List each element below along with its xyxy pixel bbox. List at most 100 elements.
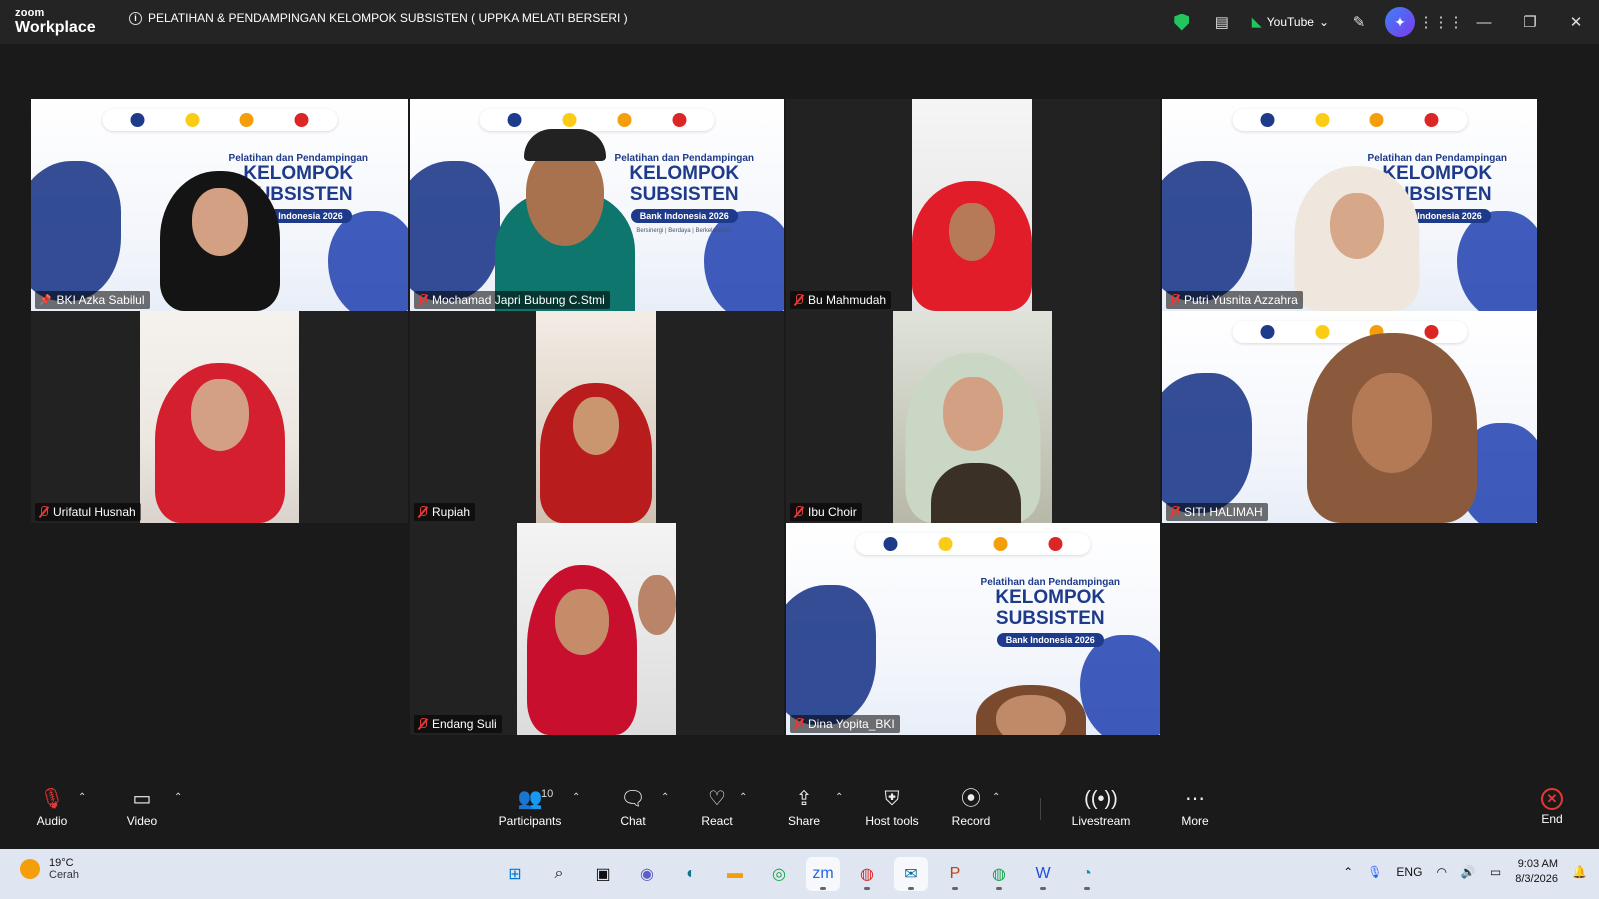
chrome-profile-icon[interactable]: ◍ — [982, 857, 1016, 891]
video-tile-bki-azka[interactable]: Pelatihan dan Pendampingan KELOMPOK SUBS… — [31, 99, 408, 311]
zoom-workplace-logo: zoom Workplace — [15, 8, 96, 36]
windows-start-icon[interactable]: ⊞ — [498, 857, 532, 891]
weather-widget[interactable]: 19°C Cerah — [20, 857, 79, 881]
sponsor-logos — [102, 109, 337, 131]
participant-name-tag: Rupiah — [414, 503, 476, 521]
video-tile-dina-yopita[interactable]: Pelatihan dan Pendampingan KELOMPOK SUBS… — [786, 523, 1160, 735]
video-tile-bu-mahmudah[interactable]: Bu Mahmudah — [786, 99, 1160, 311]
microphone-icon[interactable]: 🎙 — [1367, 865, 1382, 879]
broadcast-icon: ◣ — [1251, 14, 1262, 29]
video-options-caret[interactable]: ⌃ — [174, 792, 182, 803]
task-view-icon[interactable]: ▣ — [586, 857, 620, 891]
youtube-livestream-dropdown[interactable]: ◣ YouTube ⌄ — [1252, 14, 1329, 30]
video-tile-urifatul-husnah[interactable]: Urifatul Husnah — [31, 311, 408, 523]
participant-name-tag: Endang Suli — [414, 715, 502, 733]
share-button[interactable]: ⇪ Share — [786, 778, 822, 836]
edge-browser-icon[interactable]: ◔ — [1070, 857, 1104, 891]
chat-button[interactable]: 🗨 Chat — [616, 778, 650, 836]
clock-date: 8/3/2026 — [1515, 873, 1559, 886]
mic-muted-icon — [794, 506, 803, 518]
livestream-button[interactable]: ((•)) Livestream — [1070, 778, 1132, 836]
host-tools-button[interactable]: ⛨ Host tools — [860, 778, 924, 836]
video-button[interactable]: ▭ Video — [124, 778, 160, 836]
sun-icon — [20, 859, 40, 879]
brand-small: zoom — [15, 7, 45, 19]
audio-button[interactable]: 🎙 Audio — [34, 778, 70, 836]
mic-muted-icon — [418, 294, 427, 306]
record-options-caret[interactable]: ⌃ — [992, 792, 1000, 803]
react-button[interactable]: ♡ React — [698, 778, 736, 836]
react-options-caret[interactable]: ⌃ — [739, 792, 747, 803]
encryption-shield-icon[interactable] — [1162, 0, 1202, 44]
participant-name-tag: Ibu Choir — [790, 503, 862, 521]
language-indicator[interactable]: ENG — [1396, 865, 1422, 879]
ai-companion-icon[interactable]: ✦ — [1385, 7, 1415, 37]
video-tile-mochamad-japri[interactable]: Pelatihan dan Pendampingan KELOMPOK SUBS… — [410, 99, 784, 311]
close-button[interactable]: ✕ — [1553, 0, 1599, 44]
info-icon[interactable]: i — [129, 11, 142, 25]
mic-muted-icon — [794, 294, 803, 306]
mic-muted-icon — [794, 718, 803, 730]
mic-muted-icon — [418, 506, 427, 518]
video-gallery: Pelatihan dan Pendampingan KELOMPOK SUBS… — [0, 44, 1599, 792]
participant-name-tag: Mochamad Japri Bubung C.Stmi — [414, 291, 610, 309]
brand-big: Workplace — [15, 19, 96, 36]
more-dots-icon: ⋯ — [1185, 788, 1205, 810]
video-tile-ibu-choir[interactable]: Ibu Choir — [786, 311, 1160, 523]
outlook-app-icon[interactable]: ✉ — [894, 857, 928, 891]
participant-name-tag: Bu Mahmudah — [790, 291, 892, 309]
titlebar-right: ▤ ◣ YouTube ⌄ ✎ ✦ ⋮⋮⋮ — ❐ ✕ — [1162, 0, 1599, 44]
end-meeting-button[interactable]: ✕ End — [1536, 778, 1568, 836]
virtual-background: Pelatihan dan Pendampingan KELOMPOK SUBS… — [786, 523, 1160, 735]
search-icon[interactable]: ⌕ — [542, 857, 576, 891]
file-explorer-icon[interactable]: ▬ — [718, 857, 752, 891]
share-screen-icon: ⇪ — [795, 788, 813, 810]
participants-button[interactable]: 👥 Participants — [494, 778, 566, 836]
word-app-icon[interactable]: W — [1026, 857, 1060, 891]
end-x-icon: ✕ — [1541, 788, 1563, 810]
notes-icon[interactable]: ▤ — [1202, 0, 1242, 44]
more-button[interactable]: ⋯ More — [1178, 778, 1212, 836]
chevron-down-icon: ⌄ — [1318, 15, 1329, 29]
video-tile-putri-yusnita[interactable]: Pelatihan dan Pendampingan KELOMPOK SUBS… — [1162, 99, 1537, 311]
chat-options-caret[interactable]: ⌃ — [661, 792, 669, 803]
weather-desc: Cerah — [49, 869, 79, 881]
chrome-app-icon[interactable]: ◍ — [850, 857, 884, 891]
audio-options-caret[interactable]: ⌃ — [78, 792, 86, 803]
participants-icon: 👥 — [517, 788, 543, 810]
participants-options-caret[interactable]: ⌃ — [572, 792, 580, 803]
powerpoint-app-icon[interactable]: P — [938, 857, 972, 891]
restore-button[interactable]: ❐ — [1507, 0, 1553, 44]
participant-name-tag: SITI HALIMAH — [1166, 503, 1268, 521]
minimize-button[interactable]: — — [1461, 0, 1507, 44]
title-bar: zoom Workplace i PELATIHAN & PENDAMPINGA… — [0, 0, 1599, 44]
mic-muted-icon — [1170, 294, 1179, 306]
participant-name-tag: Putri Yusnita Azzahra — [1166, 291, 1303, 309]
heart-icon: ♡ — [708, 788, 726, 810]
video-tile-endang-suli[interactable]: Endang Suli — [410, 523, 784, 735]
zoom-app-icon[interactable]: zm — [806, 857, 840, 891]
youtube-label: YouTube — [1266, 15, 1314, 29]
weather-temp: 19°C — [49, 857, 74, 869]
annotate-pen-icon[interactable]: ✎ — [1339, 0, 1379, 44]
meeting-title[interactable]: i PELATIHAN & PENDAMPINGAN KELOMPOK SUBS… — [129, 11, 628, 25]
whatsapp-icon[interactable]: ◎ — [762, 857, 796, 891]
volume-icon[interactable]: 🔊 — [1461, 865, 1476, 879]
share-options-caret[interactable]: ⌃ — [835, 792, 843, 803]
apps-grid-icon[interactable]: ⋮⋮⋮ — [1419, 0, 1464, 44]
video-camera-icon: ▭ — [132, 788, 152, 810]
notification-bell-icon[interactable]: 🔔 — [1572, 865, 1587, 879]
chevron-up-icon[interactable]: ⌃ — [1343, 865, 1353, 879]
windows-taskbar: 19°C Cerah ⊞ ⌕ ▣ ◉ ◐ ▬ ◎ zm ◍ ✉ P ◍ W ◔ … — [0, 849, 1599, 899]
video-tile-rupiah[interactable]: Rupiah — [410, 311, 784, 523]
clock[interactable]: 9:03 AM 8/3/2026 — [1515, 857, 1558, 888]
video-tile-siti-halimah[interactable]: SITI HALIMAH — [1162, 311, 1537, 523]
mic-muted-icon — [1170, 506, 1179, 518]
edge-app-icon[interactable]: ◐ — [674, 857, 708, 891]
wifi-icon[interactable]: ◠ — [1436, 865, 1446, 879]
record-icon: ⦿ — [961, 788, 981, 810]
shield-icon: ⛨ — [884, 788, 900, 810]
meet-app-icon[interactable]: ◉ — [630, 857, 664, 891]
record-button[interactable]: ⦿ Record — [950, 778, 992, 836]
battery-icon[interactable]: ▭ — [1490, 865, 1501, 879]
